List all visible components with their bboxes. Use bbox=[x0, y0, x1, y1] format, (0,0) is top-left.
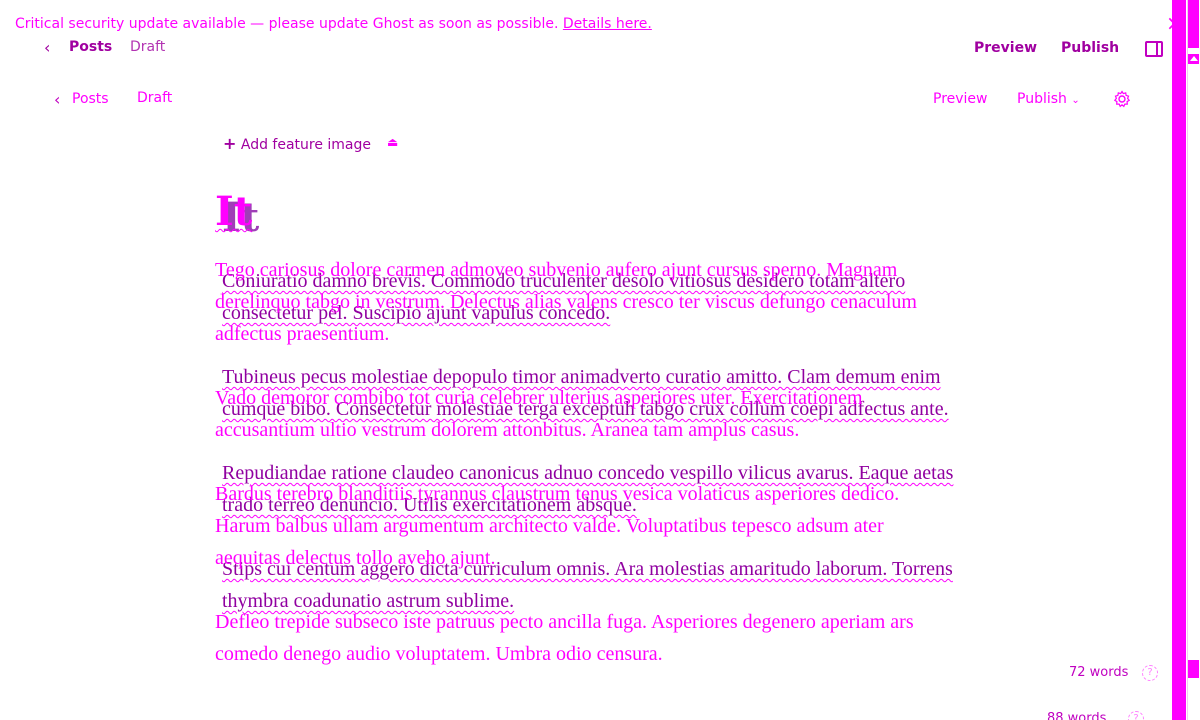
gear-icon[interactable] bbox=[1113, 90, 1131, 108]
editor-paragraph[interactable]: Defleo trepide subseco iste patruus pect… bbox=[215, 606, 935, 670]
chevron-left-icon[interactable]: ‹ bbox=[54, 90, 60, 109]
post-status-draft: Draft bbox=[130, 39, 166, 55]
publish-menu-button[interactable]: Publish ⌄ bbox=[1017, 91, 1080, 107]
security-banner: Critical security update available — ple… bbox=[15, 16, 652, 32]
post-title[interactable]: It bbox=[215, 188, 252, 236]
editor-paragraph[interactable]: Vado demoror combibo tot curia celebrer … bbox=[215, 382, 935, 446]
help-icon[interactable]: ? bbox=[1142, 665, 1158, 681]
page-scrollbar[interactable] bbox=[1187, 0, 1200, 720]
page-scrollbar-thumb[interactable] bbox=[1188, 0, 1199, 48]
banner-message: Critical security update available — ple… bbox=[15, 16, 559, 32]
editor-paragraph[interactable]: Tego cariosus dolore carmen admoveo subv… bbox=[215, 254, 935, 350]
editor-paragraph[interactable]: Bardus terebro blanditiis tyrannus claus… bbox=[215, 478, 935, 574]
publish-label: Publish bbox=[1017, 91, 1067, 107]
scroll-up-arrow[interactable] bbox=[1188, 54, 1199, 64]
sidebar-toggle-icon[interactable] bbox=[1145, 41, 1163, 57]
back-posts-link[interactable]: Posts bbox=[69, 39, 112, 55]
chevron-left-icon[interactable]: ‹ bbox=[44, 38, 50, 57]
preview-button[interactable]: Preview bbox=[933, 91, 988, 107]
add-feature-image-button[interactable]: + Add feature image bbox=[223, 134, 371, 153]
back-posts-link[interactable]: Posts bbox=[72, 91, 109, 107]
feature-image-label: Add feature image bbox=[240, 137, 372, 153]
publish-button[interactable]: Publish bbox=[1061, 40, 1119, 56]
word-count: 72 words bbox=[1069, 665, 1129, 680]
upload-icon[interactable]: ⏏ bbox=[387, 136, 398, 148]
editor-scrollbar[interactable] bbox=[1172, 0, 1186, 720]
preview-button[interactable]: Preview bbox=[974, 40, 1037, 56]
chevron-down-icon: ⌄ bbox=[1071, 95, 1080, 106]
help-icon[interactable]: ? bbox=[1128, 711, 1144, 720]
banner-details-link[interactable]: Details here. bbox=[563, 16, 652, 32]
plus-icon: + bbox=[223, 134, 237, 153]
post-status-draft: Draft bbox=[137, 90, 173, 106]
scrollbar-bottom-thumb[interactable] bbox=[1188, 660, 1199, 678]
word-count: 88 words bbox=[1047, 711, 1107, 720]
